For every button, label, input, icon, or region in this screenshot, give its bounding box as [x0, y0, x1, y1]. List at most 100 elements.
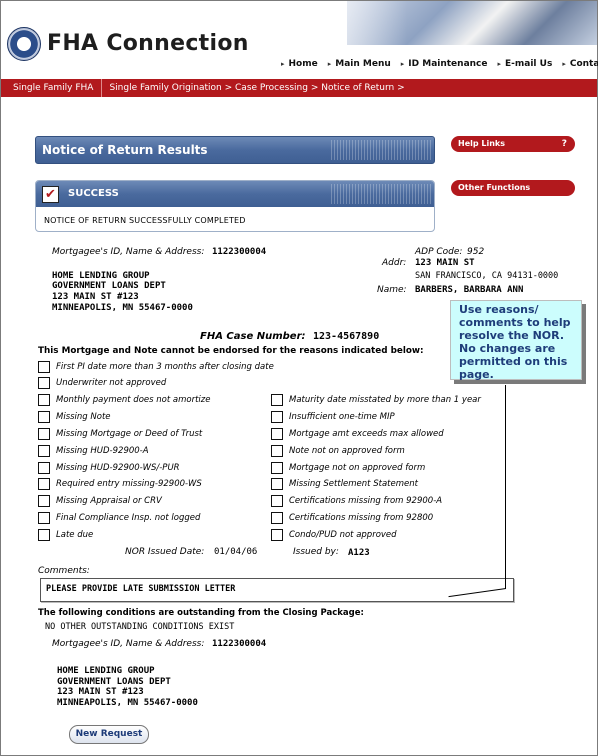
nor-issued-date-label: NOR Issued Date: [125, 547, 205, 557]
reason-checkbox [271, 411, 283, 423]
mortgagee-line: MINNEAPOLIS, MN 55467-0000 [52, 303, 193, 313]
reason-label: Required entry missing-92900-WS [56, 479, 202, 489]
success-bar: ✔ SUCCESS [36, 181, 434, 207]
reason-label: Final Compliance Insp. not logged [56, 513, 201, 523]
reason-label: Missing HUD-92900-WS/-PUR [56, 463, 180, 473]
reasons-heading: This Mortgage and Note cannot be endorse… [38, 346, 424, 356]
reason-checkbox [271, 394, 283, 406]
issued-by-value: A123 [348, 548, 370, 558]
case-number-label: FHA Case Number: [200, 331, 306, 342]
reason-label: Late due [56, 530, 94, 540]
reason-label: Maturity date misstated by more than 1 y… [289, 395, 481, 405]
reason-label: Insufficient one-time MIP [289, 412, 395, 422]
reason-checkbox [38, 394, 50, 406]
reason-label: Condo/PUD not approved [289, 530, 397, 540]
case-number-value: 123-4567890 [313, 331, 380, 342]
name-label: Name: [377, 285, 407, 295]
mortgagee-id: 1122300004 [212, 639, 267, 649]
arrow-icon: ▸ [281, 60, 285, 68]
arrow-icon: ▸ [497, 60, 502, 68]
reason-checkbox [38, 529, 50, 541]
site-header: FHA Connection ▸ Home ▸ Main Menu ▸ ID Main… [1, 1, 598, 77]
mortgagee-line: GOVERNMENT LOANS DEPT [52, 281, 166, 291]
reason-checkbox [271, 512, 283, 524]
nav-home[interactable]: ▸ Home [281, 57, 318, 71]
conditions-value: NO OTHER OUTSTANDING CONDITIONS EXIST [45, 622, 235, 632]
borrower-name: BARBERS, BARBARA ANN [415, 285, 524, 295]
reason-checkbox [271, 462, 283, 474]
mortgagee-line: 123 MAIN ST #123 [52, 292, 139, 302]
reason-checkbox [38, 512, 50, 524]
reason-label: Missing HUD-92900-A [56, 446, 149, 456]
reason-label: Certifications missing from 92900-A [289, 496, 443, 506]
house-banner-image [287, 1, 597, 45]
mortgagee-line: HOME LENDING GROUP [57, 666, 155, 676]
mortgagee-line: HOME LENDING GROUP [52, 271, 150, 281]
reason-checkbox [38, 462, 50, 474]
question-icon: ? [561, 139, 567, 149]
mortgagee-label: Mortgagee's ID, Name & Address: [52, 247, 205, 257]
hud-seal-icon [7, 27, 41, 61]
reason-checkbox [271, 428, 283, 440]
reason-checkbox [38, 411, 50, 423]
adp-code-label: ADP Code: [415, 247, 463, 257]
success-label: SUCCESS [68, 188, 119, 199]
addr-line: 123 MAIN ST [415, 258, 475, 268]
issued-by-label: Issued by: [293, 547, 339, 557]
arrow-icon: ▸ [327, 60, 332, 68]
conditions-heading: The following conditions are outstanding… [38, 608, 364, 618]
addr-line: SAN FRANCISCO, CA 94131-0000 [415, 271, 559, 281]
site-logo[interactable]: FHA Connection [47, 31, 249, 56]
checkmark-icon: ✔ [42, 186, 59, 203]
results-title-bar: Notice of Return Results [35, 136, 435, 164]
reason-checkbox [38, 495, 50, 507]
reason-label: Underwriter not approved [56, 378, 167, 388]
breadcrumb-home[interactable]: Single Family FHA [1, 79, 103, 97]
comments-value: PLEASE PROVIDE LATE SUBMISSION LETTER [46, 584, 236, 594]
callout-pointer-line [505, 385, 506, 589]
reason-label: First PI date more than 3 months after c… [56, 362, 274, 372]
reason-checkbox [38, 361, 50, 373]
help-links-button[interactable]: Help Links ? [451, 136, 575, 152]
reason-checkbox [271, 445, 283, 457]
comments-label: Comments: [38, 566, 90, 576]
reason-checkbox [38, 478, 50, 490]
nav-contact-us[interactable]: ▸Contact Us [562, 57, 598, 71]
reason-label: Monthly payment does not amortize [56, 395, 211, 405]
arrow-icon: ▸ [400, 60, 405, 68]
nav-label: ID Maintenance [408, 59, 488, 69]
reason-label: Missing Settlement Statement [289, 479, 418, 489]
mortgagee-id: 1122300004 [212, 247, 267, 257]
comments-box: PLEASE PROVIDE LATE SUBMISSION LETTER [40, 578, 514, 602]
nav-id-maintenance[interactable]: ▸ ID Maintenance [401, 57, 488, 71]
new-request-button[interactable]: New Request [69, 725, 149, 744]
reason-label: Missing Mortgage or Deed of Trust [56, 429, 203, 439]
reason-label: Note not on approved form [289, 446, 405, 456]
nav-label: Contact Us [569, 59, 598, 69]
reason-checkbox [271, 478, 283, 490]
other-functions-label: Other Functions [458, 183, 531, 192]
mortgagee-line: MINNEAPOLIS, MN 55467-0000 [57, 698, 198, 708]
reason-checkbox [271, 529, 283, 541]
nav-label: Main Menu [335, 59, 391, 69]
page-title: Notice of Return Results [42, 143, 208, 157]
mortgagee-label: Mortgagee's ID, Name & Address: [52, 639, 205, 649]
nav-email-us[interactable]: ▸ E-mail Us [498, 57, 553, 71]
reason-label: Missing Note [56, 412, 111, 422]
mortgagee-line: GOVERNMENT LOANS DEPT [57, 677, 171, 687]
mortgagee-line: 123 MAIN ST #123 [57, 687, 144, 697]
nav-main-menu[interactable]: ▸ Main Menu [328, 57, 391, 71]
reason-checkbox [38, 428, 50, 440]
nor-issued-date-value: 01/04/06 [214, 547, 258, 557]
nav-label: E-mail Us [505, 59, 553, 69]
reason-label: Mortgage amt exceeds max allowed [289, 429, 444, 439]
reason-checkbox [38, 445, 50, 457]
other-functions-button[interactable]: Other Functions [451, 180, 575, 196]
breadcrumb-path[interactable]: Single Family Origination > Case Process… [102, 83, 404, 93]
instruction-callout: Use reasons/ comments to help resolve th… [450, 300, 582, 381]
reason-checkbox [271, 495, 283, 507]
top-nav: ▸ Home ▸ Main Menu ▸ ID Maintenance ▸ E-mail… [281, 57, 598, 71]
arrow-icon: ▸ [562, 60, 566, 68]
reason-label: Certifications missing from 92800 [289, 513, 434, 523]
nav-label: Home [288, 59, 318, 69]
